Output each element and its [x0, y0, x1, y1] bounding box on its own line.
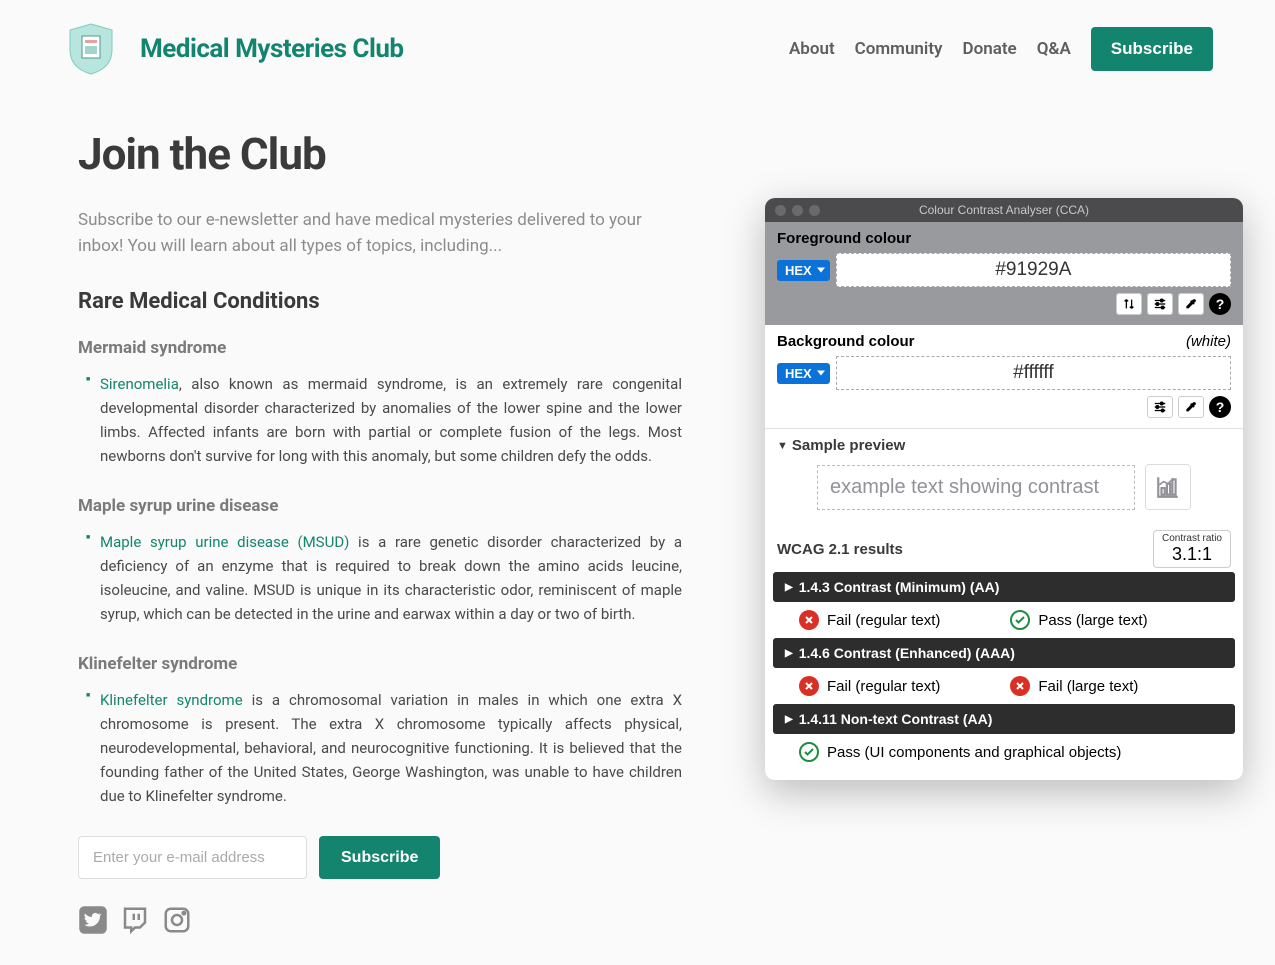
- result-item: Fail (regular text): [799, 610, 940, 630]
- criterion-bar[interactable]: ▶ 1.4.6 Contrast (Enhanced) (AAA): [773, 638, 1235, 668]
- result-item: Pass (large text): [1010, 610, 1147, 630]
- background-note: (white): [1186, 333, 1231, 350]
- main-nav: About Community Donate Q&A Subscribe: [789, 27, 1213, 71]
- list-item: Klinefelter syndrome is a chromosomal va…: [86, 688, 682, 808]
- condition-heading: Klinefelter syndrome: [78, 654, 682, 674]
- condition-list: Klinefelter syndrome is a chromosomal va…: [78, 688, 682, 808]
- ratio-value: 3.1:1: [1162, 544, 1222, 565]
- results-title: WCAG 2.1 results: [777, 541, 903, 558]
- results-header: WCAG 2.1 results Contrast ratio 3.1:1: [765, 522, 1243, 572]
- site-logo: [62, 20, 120, 78]
- condition-list: Sirenomelia, also known as mermaid syndr…: [78, 372, 682, 468]
- social-links: [78, 905, 682, 935]
- background-section: Background colour (white) HEX #ffffff ?: [765, 325, 1243, 428]
- sample-preview-label: Sample preview: [792, 437, 905, 454]
- sample-text-box: example text showing contrast: [817, 465, 1135, 510]
- section-title: Rare Medical Conditions: [78, 289, 682, 314]
- contrast-ratio-box: Contrast ratio 3.1:1: [1153, 530, 1231, 568]
- result-text: Pass (UI components and graphical object…: [827, 744, 1121, 761]
- result-item: Pass (UI components and graphical object…: [799, 742, 1121, 762]
- nav-donate[interactable]: Donate: [963, 39, 1017, 59]
- criterion-bar[interactable]: ▶ 1.4.3 Contrast (Minimum) (AA): [773, 572, 1235, 602]
- list-item: Maple syrup urine disease (MSUD) is a ra…: [86, 530, 682, 626]
- page-title: Join the Club: [78, 128, 682, 180]
- result-text: Fail (regular text): [827, 612, 940, 629]
- disclosure-triangle-icon: ▼: [777, 440, 788, 452]
- subscribe-form: Subscribe: [78, 836, 682, 879]
- brand: Medical Mysteries Club: [62, 20, 404, 78]
- foreground-section: Foreground colour HEX #91929A ?: [765, 222, 1243, 325]
- fail-icon: [799, 676, 819, 696]
- condition-body: , also known as mermaid syndrome, is an …: [100, 375, 682, 465]
- instagram-icon[interactable]: [162, 905, 192, 935]
- swap-colors-button[interactable]: [1116, 293, 1142, 315]
- site-header: Medical Mysteries Club About Community D…: [0, 0, 1275, 98]
- intro-text: Subscribe to our e-newsletter and have m…: [78, 208, 682, 259]
- cca-window: Colour Contrast Analyser (CCA) Foregroun…: [765, 198, 1243, 780]
- condition-link[interactable]: Klinefelter syndrome: [100, 691, 243, 709]
- nav-community[interactable]: Community: [855, 39, 943, 59]
- fg-format-select[interactable]: HEX: [777, 260, 830, 281]
- list-item: Sirenomelia, also known as mermaid syndr…: [86, 372, 682, 468]
- form-subscribe-button[interactable]: Subscribe: [319, 836, 440, 879]
- email-field[interactable]: [78, 836, 307, 879]
- pass-icon: [1010, 610, 1030, 630]
- main-content: Join the Club Subscribe to our e-newslet…: [0, 98, 760, 965]
- criterion-title: 1.4.6 Contrast (Enhanced) (AAA): [799, 645, 1015, 661]
- ratio-label: Contrast ratio: [1162, 533, 1222, 544]
- disclosure-triangle-icon: ▶: [785, 582, 793, 593]
- window-title: Colour Contrast Analyser (CCA): [765, 203, 1243, 217]
- criterion-results-row: Fail (regular text) Fail (large text): [765, 668, 1243, 704]
- condition-heading: Maple syrup urine disease: [78, 496, 682, 516]
- criterion-title: 1.4.11 Non-text Contrast (AA): [799, 711, 993, 727]
- condition-link[interactable]: Sirenomelia: [100, 375, 179, 393]
- sliders-button[interactable]: [1147, 293, 1173, 315]
- bg-format-select[interactable]: HEX: [777, 363, 830, 384]
- criterion-title: 1.4.3 Contrast (Minimum) (AA): [799, 579, 1000, 595]
- site-title: Medical Mysteries Club: [140, 34, 404, 64]
- criterion-results-row: Pass (UI components and graphical object…: [765, 734, 1243, 770]
- result-text: Pass (large text): [1038, 612, 1147, 629]
- fail-icon: [1010, 676, 1030, 696]
- result-text: Fail (large text): [1038, 678, 1138, 695]
- result-text: Fail (regular text): [827, 678, 940, 695]
- criterion-results-row: Fail (regular text) Pass (large text): [765, 602, 1243, 638]
- criterion-bar[interactable]: ▶ 1.4.11 Non-text Contrast (AA): [773, 704, 1235, 734]
- foreground-label: Foreground colour: [777, 230, 1231, 247]
- twitter-icon[interactable]: [78, 905, 108, 935]
- sliders-button[interactable]: [1147, 396, 1173, 418]
- eyedropper-button[interactable]: [1178, 293, 1204, 315]
- background-label: Background colour: [777, 333, 915, 350]
- chart-preview-button[interactable]: [1145, 464, 1191, 510]
- nav-about[interactable]: About: [789, 39, 835, 59]
- condition-list: Maple syrup urine disease (MSUD) is a ra…: [78, 530, 682, 626]
- result-item: Fail (large text): [1010, 676, 1138, 696]
- disclosure-triangle-icon: ▶: [785, 648, 793, 659]
- condition-link[interactable]: Maple syrup urine disease (MSUD): [100, 533, 349, 551]
- result-item: Fail (regular text): [799, 676, 940, 696]
- help-button[interactable]: ?: [1209, 396, 1231, 418]
- help-button[interactable]: ?: [1209, 293, 1231, 315]
- disclosure-triangle-icon: ▶: [785, 714, 793, 725]
- fail-icon: [799, 610, 819, 630]
- pass-icon: [799, 742, 819, 762]
- bar-chart-icon: [1155, 474, 1181, 500]
- results-list: ▶ 1.4.3 Contrast (Minimum) (AA) Fail (regu…: [765, 572, 1243, 780]
- sample-preview-header[interactable]: ▼ Sample preview: [777, 437, 1231, 454]
- twitch-icon[interactable]: [120, 905, 150, 935]
- fg-color-input[interactable]: #91929A: [836, 253, 1231, 287]
- bg-color-input[interactable]: #ffffff: [836, 356, 1231, 390]
- subscribe-button[interactable]: Subscribe: [1091, 27, 1213, 71]
- sample-preview-section: ▼ Sample preview example text showing co…: [765, 428, 1243, 522]
- cca-titlebar[interactable]: Colour Contrast Analyser (CCA): [765, 198, 1243, 222]
- eyedropper-button[interactable]: [1178, 396, 1204, 418]
- condition-heading: Mermaid syndrome: [78, 338, 682, 358]
- nav-qa[interactable]: Q&A: [1037, 39, 1071, 59]
